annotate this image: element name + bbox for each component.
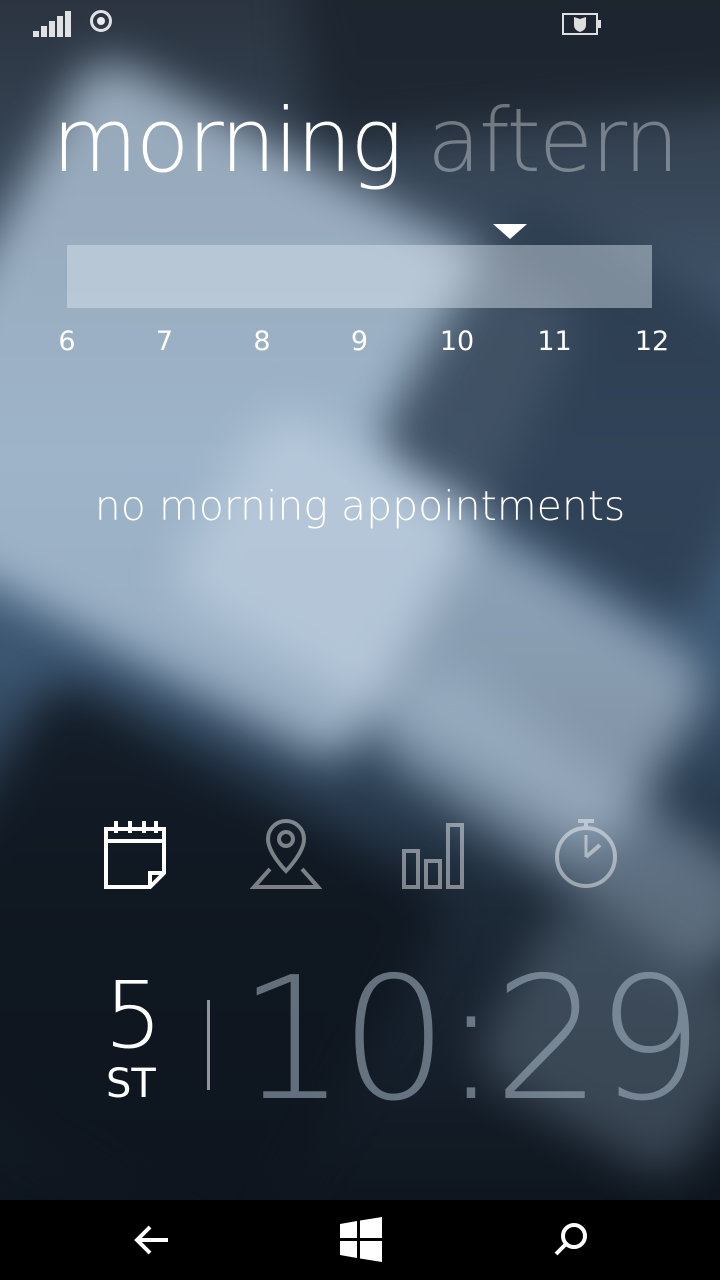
stopwatch-icon[interactable]	[550, 815, 622, 895]
clock-time: 10:29	[238, 941, 704, 1139]
timeline-hour-label: 12	[634, 326, 670, 357]
signal-strength-icon	[33, 11, 73, 37]
timeline-hour-label: 11	[537, 326, 572, 357]
date-display: 5 ST	[104, 962, 184, 1107]
status-bar	[0, 0, 720, 48]
feature-icon-row	[0, 815, 720, 895]
divider	[207, 1000, 210, 1090]
timeline-hour-label: 6	[58, 326, 76, 357]
timeline-hour-labels: 6 7 8 9 10 11 12	[0, 326, 720, 366]
date-suffix: ST	[106, 1061, 156, 1107]
tab-morning[interactable]: morning	[52, 86, 403, 196]
windows-icon[interactable]	[330, 1216, 390, 1264]
current-time-marker	[492, 224, 527, 239]
back-icon[interactable]	[124, 1216, 184, 1264]
calendar-icon[interactable]	[100, 815, 172, 895]
location-icon	[90, 10, 112, 32]
timeline-bar[interactable]	[67, 245, 652, 308]
location-pin-icon[interactable]	[250, 815, 322, 895]
stats-bar-icon[interactable]	[400, 815, 472, 895]
navigation-bar	[0, 1200, 720, 1280]
date-day: 5	[104, 962, 163, 1069]
timeline-hour-label: 8	[253, 326, 271, 357]
no-appointments-message: no morning appointments	[94, 482, 626, 530]
timeline-hour-label: 9	[350, 326, 369, 357]
day-period-tabs: morning aftern	[52, 86, 720, 206]
battery-saver-icon	[562, 13, 601, 35]
timeline-hour-label: 7	[155, 326, 174, 357]
tab-afternoon[interactable]: aftern	[427, 86, 679, 196]
search-icon[interactable]	[540, 1216, 600, 1264]
timeline-hour-label: 10	[439, 326, 475, 357]
